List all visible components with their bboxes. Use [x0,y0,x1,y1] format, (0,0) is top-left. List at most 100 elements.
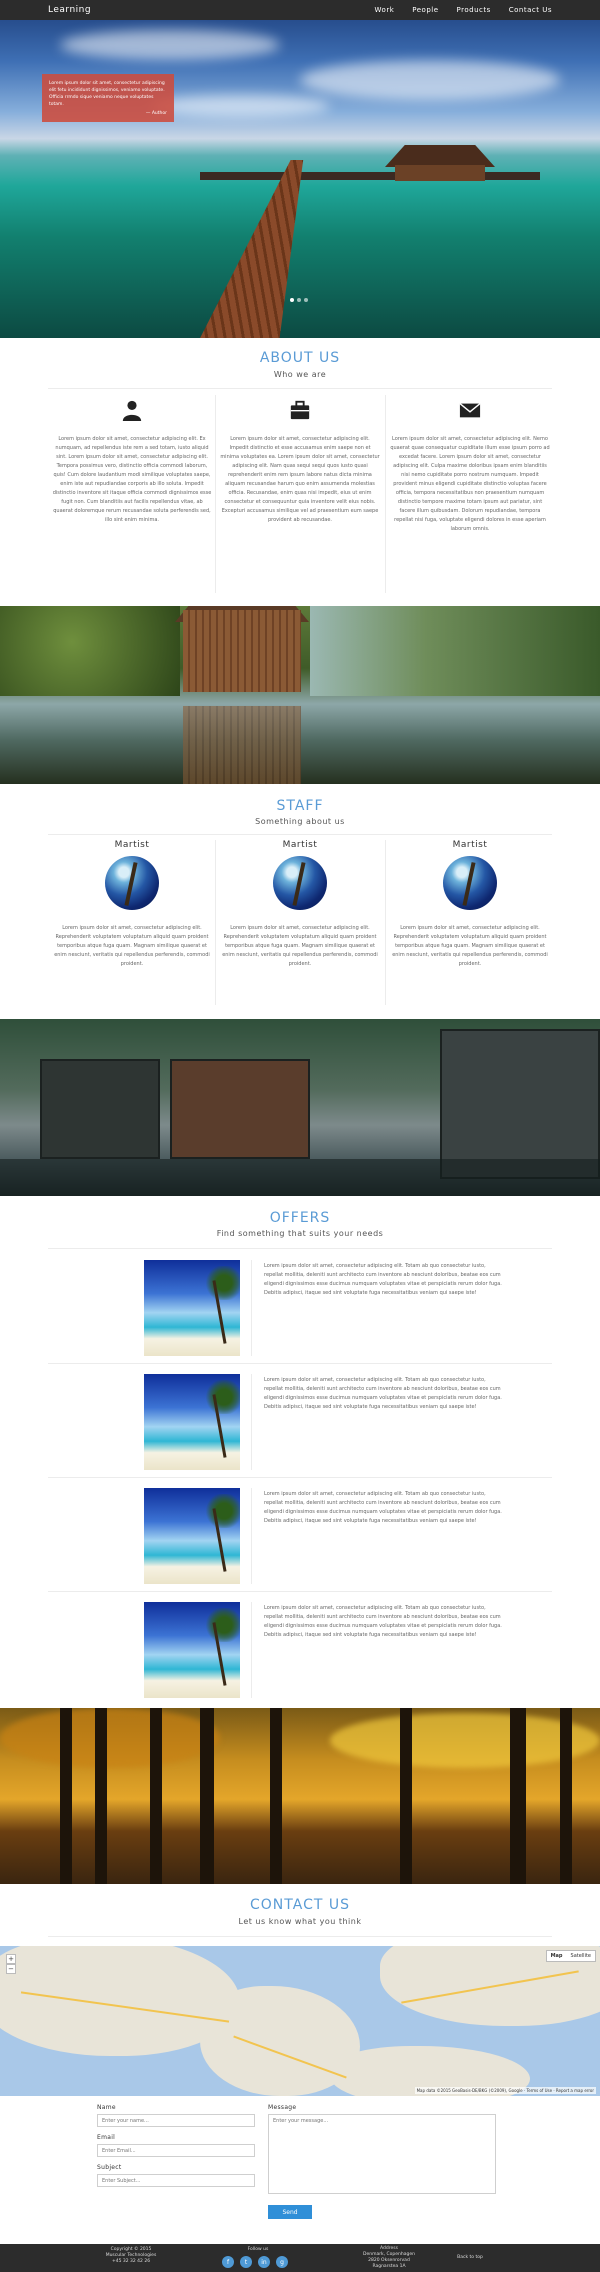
footer: Copyright © 2015 Muscular Technologies +… [0,2244,600,2272]
tree-trunk [270,1708,282,1884]
offers-subtitle: Find something that suits your needs [216,1229,384,1238]
map-zoom-control: + − [6,1954,16,1974]
parallax-band-houses [0,1019,600,1196]
staff-avatar [273,856,327,910]
divider [48,1936,552,1937]
linkedin-icon[interactable]: in [258,2256,270,2268]
message-label: Message [268,2104,297,2111]
nav-link-contact[interactable]: Contact Us [509,6,552,14]
tree-trunk [60,1708,72,1884]
offer-text: Lorem ipsum dolor sit amet, consectetur … [264,1263,502,1296]
parallax-band-forest [0,1708,600,1884]
offer-item[interactable]: Lorem ipsum dolor sit amet, consectetur … [48,1480,552,1592]
send-button[interactable]: Send [268,2205,312,2219]
zoom-in-button[interactable]: + [6,1954,16,1964]
divider [48,1363,552,1364]
hero-slider[interactable]: Lorem ipsum dolor sit amet, consectetur … [0,0,600,338]
message-textarea[interactable] [268,2114,496,2194]
offer-image[interactable] [144,1374,240,1470]
slider-dot[interactable] [304,298,308,302]
divider [48,388,552,389]
divider [385,840,386,1005]
about-title: ABOUT US [259,350,341,366]
subject-input[interactable] [97,2174,255,2187]
staff-bio: Lorem ipsum dolor sit amet, consectetur … [54,925,210,967]
tree-trunk [510,1708,526,1884]
house-shape [40,1059,160,1159]
googleplus-icon[interactable]: g [276,2256,288,2268]
tree-trunk [200,1708,214,1884]
hero-quote-author: — Author [145,111,167,116]
offers-title: OFFERS [269,1210,331,1226]
offer-text: Lorem ipsum dolor sit amet, consectetur … [264,1491,502,1524]
slider-dot[interactable] [290,298,294,302]
hero-quote-text: Lorem ipsum dolor sit amet, consectetur … [49,81,165,107]
about-text: Lorem ipsum dolor sit amet, consectetur … [220,436,380,523]
map-type-satellite[interactable]: Satellite [567,1951,595,1961]
offer-item[interactable]: Lorem ipsum dolor sit amet, consectetur … [48,1366,552,1478]
twitter-icon[interactable]: t [240,2256,252,2268]
location-map[interactable]: + − Map Satellite Map data ©2015 GeoBasi… [0,1946,600,2096]
envelope-icon [459,403,481,418]
person-icon [122,400,142,421]
slider-dot[interactable] [297,298,301,302]
tree-trunk [95,1708,107,1884]
house-shape [440,1029,600,1179]
nav-link-work[interactable]: Work [375,6,395,14]
house-shape [170,1059,310,1159]
divider [48,1248,552,1249]
offer-image[interactable] [144,1260,240,1356]
divider [48,1477,552,1478]
footer-follow: Follow us [247,2247,269,2252]
divider [48,834,552,835]
staff-name: Martist [452,840,488,850]
offer-image[interactable] [144,1602,240,1698]
offer-item[interactable]: Lorem ipsum dolor sit amet, consectetur … [48,1594,552,1706]
name-label: Name [97,2104,116,2111]
offer-item[interactable]: Lorem ipsum dolor sit amet, consectetur … [48,1252,552,1364]
staff-title: STAFF [276,798,324,814]
email-input[interactable] [97,2144,255,2157]
forest-shape [310,606,600,696]
social-links: f t in g [222,2256,288,2268]
offer-text: Lorem ipsum dolor sit amet, consectetur … [264,1605,502,1638]
map-type-toggle: Map Satellite [545,1950,596,1962]
forest-shape [0,606,180,696]
staff-bio: Lorem ipsum dolor sit amet, consectetur … [222,925,378,967]
name-input[interactable] [97,2114,255,2127]
facebook-icon[interactable]: f [222,2256,234,2268]
water-shape [0,1159,600,1196]
hero-hut [385,145,495,185]
brand-logo[interactable]: Learning [48,5,91,15]
top-navbar: Learning Work People Products Contact Us [0,0,600,20]
staff-bio: Lorem ipsum dolor sit amet, consectetur … [392,925,548,967]
staff-avatar [443,856,497,910]
map-type-map[interactable]: Map [547,1951,567,1961]
divider [251,1374,252,1470]
divider [385,395,386,593]
nav-link-products[interactable]: Products [457,6,491,14]
briefcase-icon [290,400,310,420]
staff-name: Martist [114,840,150,850]
tree-trunk [560,1708,572,1884]
nav-link-people[interactable]: People [412,6,438,14]
cabin-reflection [183,706,301,784]
about-subtitle: Who we are [273,370,327,379]
hero-quote-box: Lorem ipsum dolor sit amet, consectetur … [42,74,174,122]
subject-label: Subject [97,2164,122,2171]
offer-text: Lorem ipsum dolor sit amet, consectetur … [264,1377,502,1410]
parallax-band-cabin [0,606,600,784]
foliage-shape [0,1708,220,1768]
staff-card: Martist Lorem ipsum dolor sit amet, cons… [52,840,212,1010]
back-to-top-link[interactable]: Back to top [440,2255,500,2261]
about-column: Lorem ipsum dolor sit amet, consectetur … [220,395,380,593]
hero-cloud [300,60,560,100]
about-column: Lorem ipsum dolor sit amet, consectetur … [52,395,212,593]
zoom-out-button[interactable]: − [6,1964,16,1974]
footer-address: Address Denmark, Copenhagen 2820 Oksenro… [354,2246,424,2270]
footer-phone: +45 32 32 42 26 [111,2259,151,2264]
tree-trunk [150,1708,162,1884]
divider [48,1591,552,1592]
offer-image[interactable] [144,1488,240,1584]
map-attribution: Map data ©2015 GeoBasis-DE/BKG (©2009), … [414,2087,596,2094]
